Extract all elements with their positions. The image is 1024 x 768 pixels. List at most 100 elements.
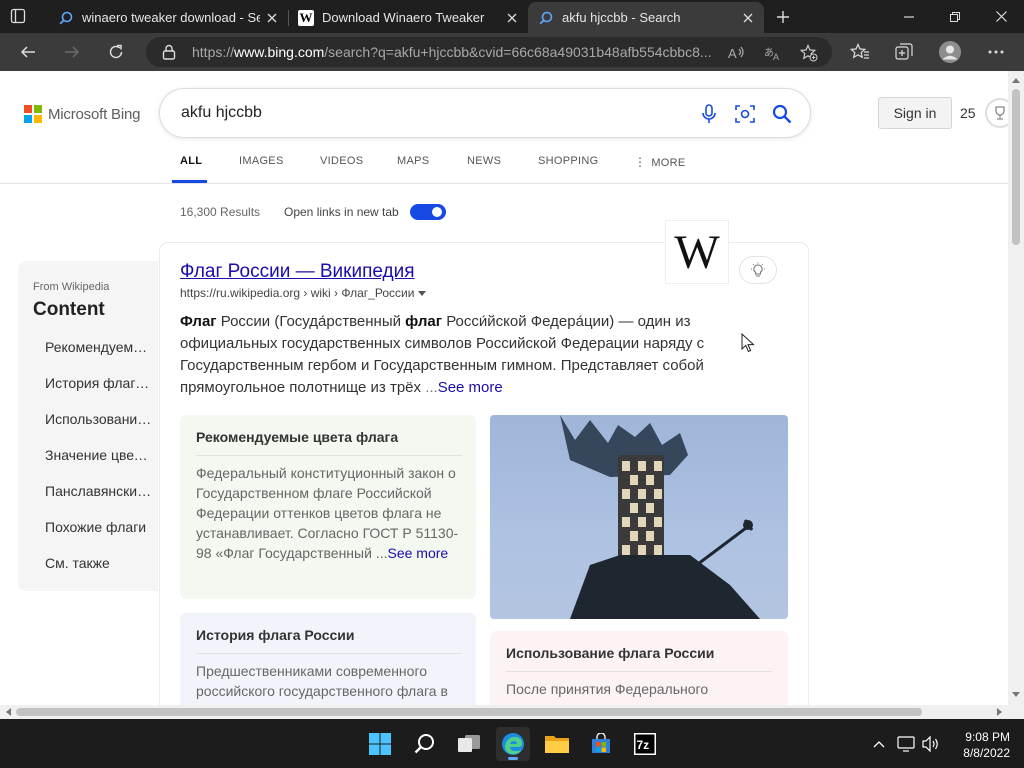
lightbulb-button[interactable]	[740, 257, 776, 283]
tower-photo[interactable]	[490, 415, 788, 619]
close-tab-icon[interactable]	[260, 6, 284, 30]
see-more-link[interactable]: See more	[438, 379, 503, 396]
scroll-thumb[interactable]	[1012, 89, 1020, 245]
scope-images[interactable]: IMAGES	[239, 155, 284, 167]
toc-item[interactable]: Панславянские цвета	[45, 483, 153, 499]
add-favorite-icon[interactable]	[798, 42, 820, 64]
volume-icon[interactable]	[920, 733, 942, 755]
section-card-usage[interactable]: Использование флага России После приняти…	[490, 631, 788, 705]
section-heading: Рекомендуемые цвета флага	[196, 429, 399, 445]
new-tab-button[interactable]	[770, 4, 796, 30]
url-text: https://www.bing.com/search?q=akfu+hjccb…	[192, 44, 712, 60]
windows-start-icon[interactable]	[363, 727, 397, 761]
lightbulb-icon	[751, 262, 765, 277]
microphone-icon[interactable]	[697, 102, 721, 126]
tab-title: winaero tweaker download - Sea	[82, 10, 260, 25]
minimize-icon	[904, 15, 914, 18]
translate-icon[interactable]: あA	[762, 42, 784, 64]
toc-item[interactable]: Похожие флаги	[45, 519, 153, 535]
horizontal-scrollbar[interactable]	[0, 705, 1024, 719]
task-view-icon[interactable]	[452, 727, 486, 761]
section-card-history[interactable]: История флага России Предшественниками с…	[180, 613, 476, 705]
header-divider	[0, 183, 1008, 184]
results-count: 16,300 Results	[180, 205, 261, 219]
read-aloud-icon[interactable]: A	[726, 42, 748, 64]
section-card-colors[interactable]: Рекомендуемые цвета флага Федеральный ко…	[180, 415, 476, 599]
visual-search-icon[interactable]	[733, 102, 757, 126]
chevron-up-icon[interactable]	[868, 733, 890, 755]
vertical-dots-icon: ⋮	[634, 155, 647, 169]
tab-title: akfu hjccbb - Search	[562, 10, 681, 25]
system-clock[interactable]: 9:08 PM 8/8/2022	[948, 729, 1010, 761]
vertical-scrollbar[interactable]	[1008, 71, 1024, 705]
section-body: После принятия Федерального	[506, 681, 709, 697]
see-more-link[interactable]: See more	[387, 545, 448, 561]
result-url[interactable]: https://ru.wikipedia.org › wiki › Флаг_Р…	[180, 286, 427, 300]
tab-akfu-search[interactable]: akfu hjccbb - Search	[528, 2, 764, 33]
rewards-trophy-icon[interactable]	[985, 98, 1008, 128]
search-icon[interactable]	[408, 727, 442, 761]
sign-in-button[interactable]: Sign in	[878, 97, 952, 129]
rewards-points[interactable]: 25	[960, 105, 976, 121]
close-tab-icon[interactable]	[500, 6, 524, 30]
lock-icon[interactable]	[162, 44, 176, 65]
tab-actions-icon[interactable]	[10, 8, 26, 24]
avatar-icon	[939, 41, 961, 63]
7zip-icon[interactable]: 7z	[628, 727, 662, 761]
close-tab-icon[interactable]	[736, 6, 760, 30]
caret-down-icon[interactable]	[418, 291, 427, 297]
edge-icon[interactable]	[496, 727, 530, 761]
section-divider	[196, 455, 462, 456]
section-heading: Использование флага России	[506, 645, 715, 661]
svg-text:7z: 7z	[637, 738, 650, 752]
forward-arrow-icon	[65, 46, 80, 58]
forward-button[interactable]	[58, 38, 86, 66]
scope-maps[interactable]: MAPS	[397, 155, 429, 167]
toc-item[interactable]: См. также	[45, 555, 153, 571]
address-field[interactable]: https://www.bing.com/search?q=akfu+hjccb…	[146, 37, 832, 67]
network-icon[interactable]	[895, 733, 917, 755]
scroll-left-icon[interactable]	[1, 705, 15, 719]
tab-download-winaero[interactable]: W Download Winaero Tweaker	[288, 2, 528, 33]
scope-shopping[interactable]: SHOPPING	[538, 155, 598, 167]
search-icon[interactable]	[770, 102, 794, 126]
scope-videos[interactable]: VIDEOS	[320, 155, 363, 167]
open-links-toggle[interactable]	[410, 204, 446, 220]
collections-icon	[895, 43, 913, 60]
search-input[interactable]: akfu hjccbb	[181, 104, 262, 122]
scroll-right-icon[interactable]	[993, 705, 1007, 719]
section-divider	[196, 653, 462, 654]
back-button[interactable]	[14, 38, 42, 66]
scope-news[interactable]: NEWS	[467, 155, 501, 167]
file-explorer-icon[interactable]	[540, 727, 574, 761]
wikipedia-w-icon: W	[298, 9, 314, 26]
section-body: Предшественниками современного российско…	[196, 663, 448, 699]
windows-taskbar: 7z 9:08 PM 8/8/2022	[0, 719, 1024, 768]
scope-more[interactable]: ⋮ MORE	[634, 155, 686, 169]
bing-logo[interactable]: Microsoft Bing	[24, 105, 140, 123]
toc-item[interactable]: Использование флага России	[45, 411, 153, 427]
search-box[interactable]: akfu hjccbb	[160, 89, 810, 137]
profile-button[interactable]	[936, 38, 964, 66]
store-icon[interactable]	[584, 727, 618, 761]
scroll-down-icon[interactable]	[1008, 687, 1024, 703]
result-title-link[interactable]: Флаг России — Википедия	[180, 261, 415, 283]
toc-item[interactable]: Значение цветов	[45, 447, 153, 463]
microsoft-logo-icon	[24, 105, 42, 123]
svg-text:A: A	[728, 46, 737, 61]
close-window-button[interactable]	[978, 0, 1024, 33]
restore-button[interactable]	[932, 0, 978, 33]
refresh-button[interactable]	[102, 38, 130, 66]
scroll-thumb[interactable]	[16, 708, 922, 716]
toc-item[interactable]: История флага России	[45, 375, 153, 391]
scope-all[interactable]: ALL	[180, 155, 202, 167]
collections-button[interactable]	[890, 38, 918, 66]
favorites-button[interactable]	[846, 38, 874, 66]
toc-item[interactable]: Рекомендуемые цвета флага	[45, 339, 153, 355]
close-icon	[995, 11, 1007, 22]
minimize-button[interactable]	[886, 0, 932, 33]
settings-more-button[interactable]	[982, 38, 1010, 66]
tab-strip: winaero tweaker download - Sea W Downloa…	[0, 0, 1024, 33]
tab-winaero-search[interactable]: winaero tweaker download - Sea	[48, 2, 289, 33]
scroll-up-icon[interactable]	[1008, 72, 1024, 88]
